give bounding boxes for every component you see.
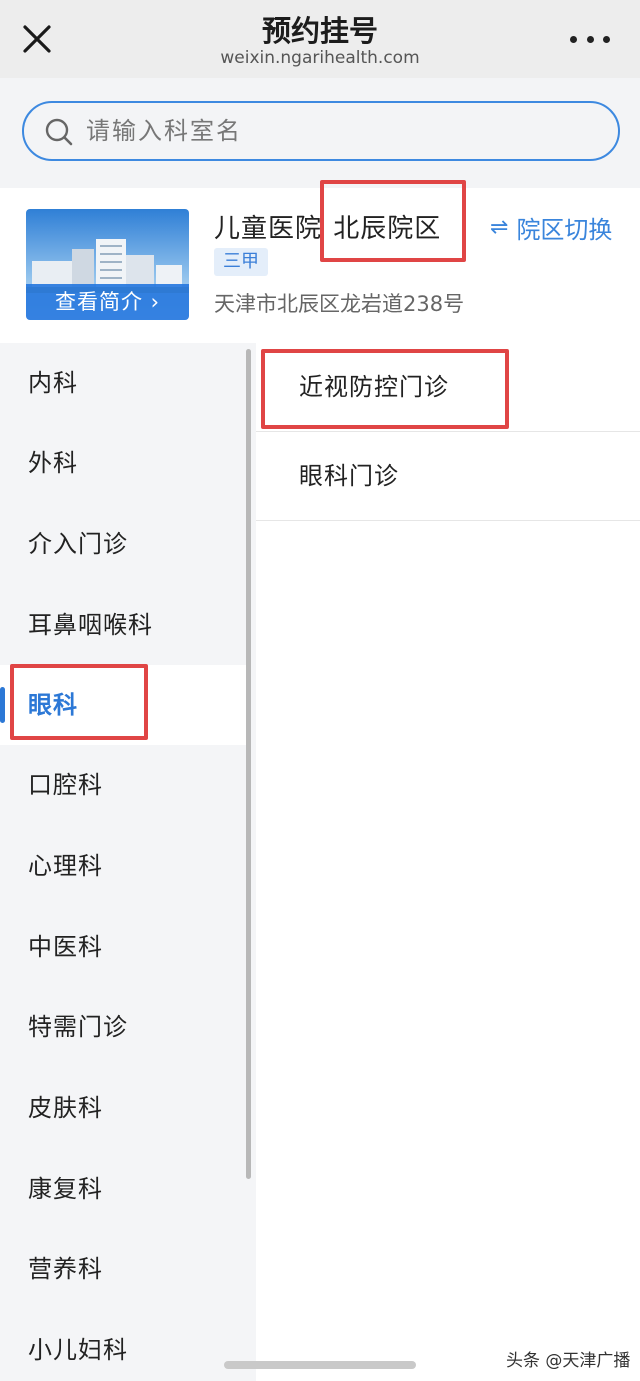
sidebar-item-special-clinic[interactable]: 特需门诊: [0, 987, 248, 1067]
search-area: [0, 78, 640, 188]
hospital-address: 天津市北辰区龙岩道238号: [214, 292, 465, 316]
more-icon: [570, 35, 577, 43]
department-sidebar: 内科 外科 介入门诊 耳鼻咽喉科 眼科 口腔科 心理科 中医科 特需门诊 皮肤科…: [0, 343, 256, 1381]
sidebar-item-label: 小儿妇科: [28, 1336, 128, 1364]
hospital-image[interactable]: 查看简介 ›: [26, 209, 189, 320]
clinic-list: 近视防控门诊 眼科门诊: [256, 343, 640, 1381]
search-box[interactable]: [22, 101, 620, 161]
view-intro-button[interactable]: 查看简介 ›: [26, 284, 189, 320]
page-title: 预约挂号: [261, 14, 378, 48]
more-button[interactable]: [570, 30, 610, 48]
top-bar: 预约挂号 weixin.ngarihealth.com: [0, 0, 640, 78]
highlight-box-clinic: [261, 349, 509, 429]
watermark: 头条 @天津广播: [506, 1351, 631, 1371]
sidebar-item-label: 中医科: [28, 933, 103, 961]
sidebar-item-rehabilitation[interactable]: 康复科: [0, 1149, 248, 1229]
sidebar-item-surgery[interactable]: 外科: [0, 423, 248, 503]
search-icon: [45, 118, 73, 146]
sidebar-item-label: 耳鼻咽喉科: [28, 611, 153, 639]
hospital-name-text: 儿童医院: [214, 214, 323, 244]
clinic-item-eye[interactable]: 眼科门诊: [256, 432, 640, 521]
highlight-box-branch: [320, 180, 466, 262]
sidebar-scrollbar[interactable]: [246, 349, 251, 1179]
page-url: weixin.ngarihealth.com: [220, 48, 420, 68]
sidebar-item-label: 营养科: [28, 1255, 103, 1283]
sidebar-item-stomatology[interactable]: 口腔科: [0, 745, 248, 825]
sidebar-item-label: 特需门诊: [28, 1013, 128, 1041]
sidebar-item-interventional[interactable]: 介入门诊: [0, 504, 248, 584]
sidebar-item-label: 外科: [28, 449, 78, 477]
switch-campus-label: 院区切换: [516, 216, 613, 244]
sidebar-item-ent[interactable]: 耳鼻咽喉科: [0, 585, 248, 665]
sidebar-item-label: 皮肤科: [28, 1094, 103, 1122]
sidebar-item-internal[interactable]: 内科: [0, 343, 248, 423]
sidebar-item-pediatric-gynecology[interactable]: 小儿妇科: [0, 1310, 248, 1381]
switch-campus-button[interactable]: ⇌ 院区切换: [490, 210, 612, 245]
home-indicator[interactable]: [224, 1361, 416, 1369]
highlight-box-department: [10, 664, 148, 740]
sidebar-item-psychology[interactable]: 心理科: [0, 826, 248, 906]
sidebar-item-label: 康复科: [28, 1175, 103, 1203]
hospital-grade-badge: 三甲: [214, 248, 268, 276]
sidebar-item-label: 心理科: [28, 852, 103, 880]
sidebar-item-dermatology[interactable]: 皮肤科: [0, 1068, 248, 1148]
more-icon-dot: [603, 35, 610, 43]
more-icon-dot: [586, 35, 594, 43]
sidebar-item-label: 内科: [28, 369, 78, 397]
sidebar-item-label: 口腔科: [28, 771, 103, 799]
sidebar-item-nutrition[interactable]: 营养科: [0, 1229, 248, 1309]
clinic-item-label: 眼科门诊: [299, 462, 399, 490]
active-indicator: [0, 687, 5, 723]
swap-icon: ⇌: [490, 215, 509, 240]
hospital-card: 查看简介 › 儿童医院 北辰院区 三甲 天津市北辰区龙岩道238号 ⇌ 院区切换: [0, 180, 640, 343]
sidebar-item-tcm[interactable]: 中医科: [0, 907, 248, 987]
sidebar-item-label: 介入门诊: [28, 530, 128, 558]
search-input[interactable]: [86, 111, 586, 151]
